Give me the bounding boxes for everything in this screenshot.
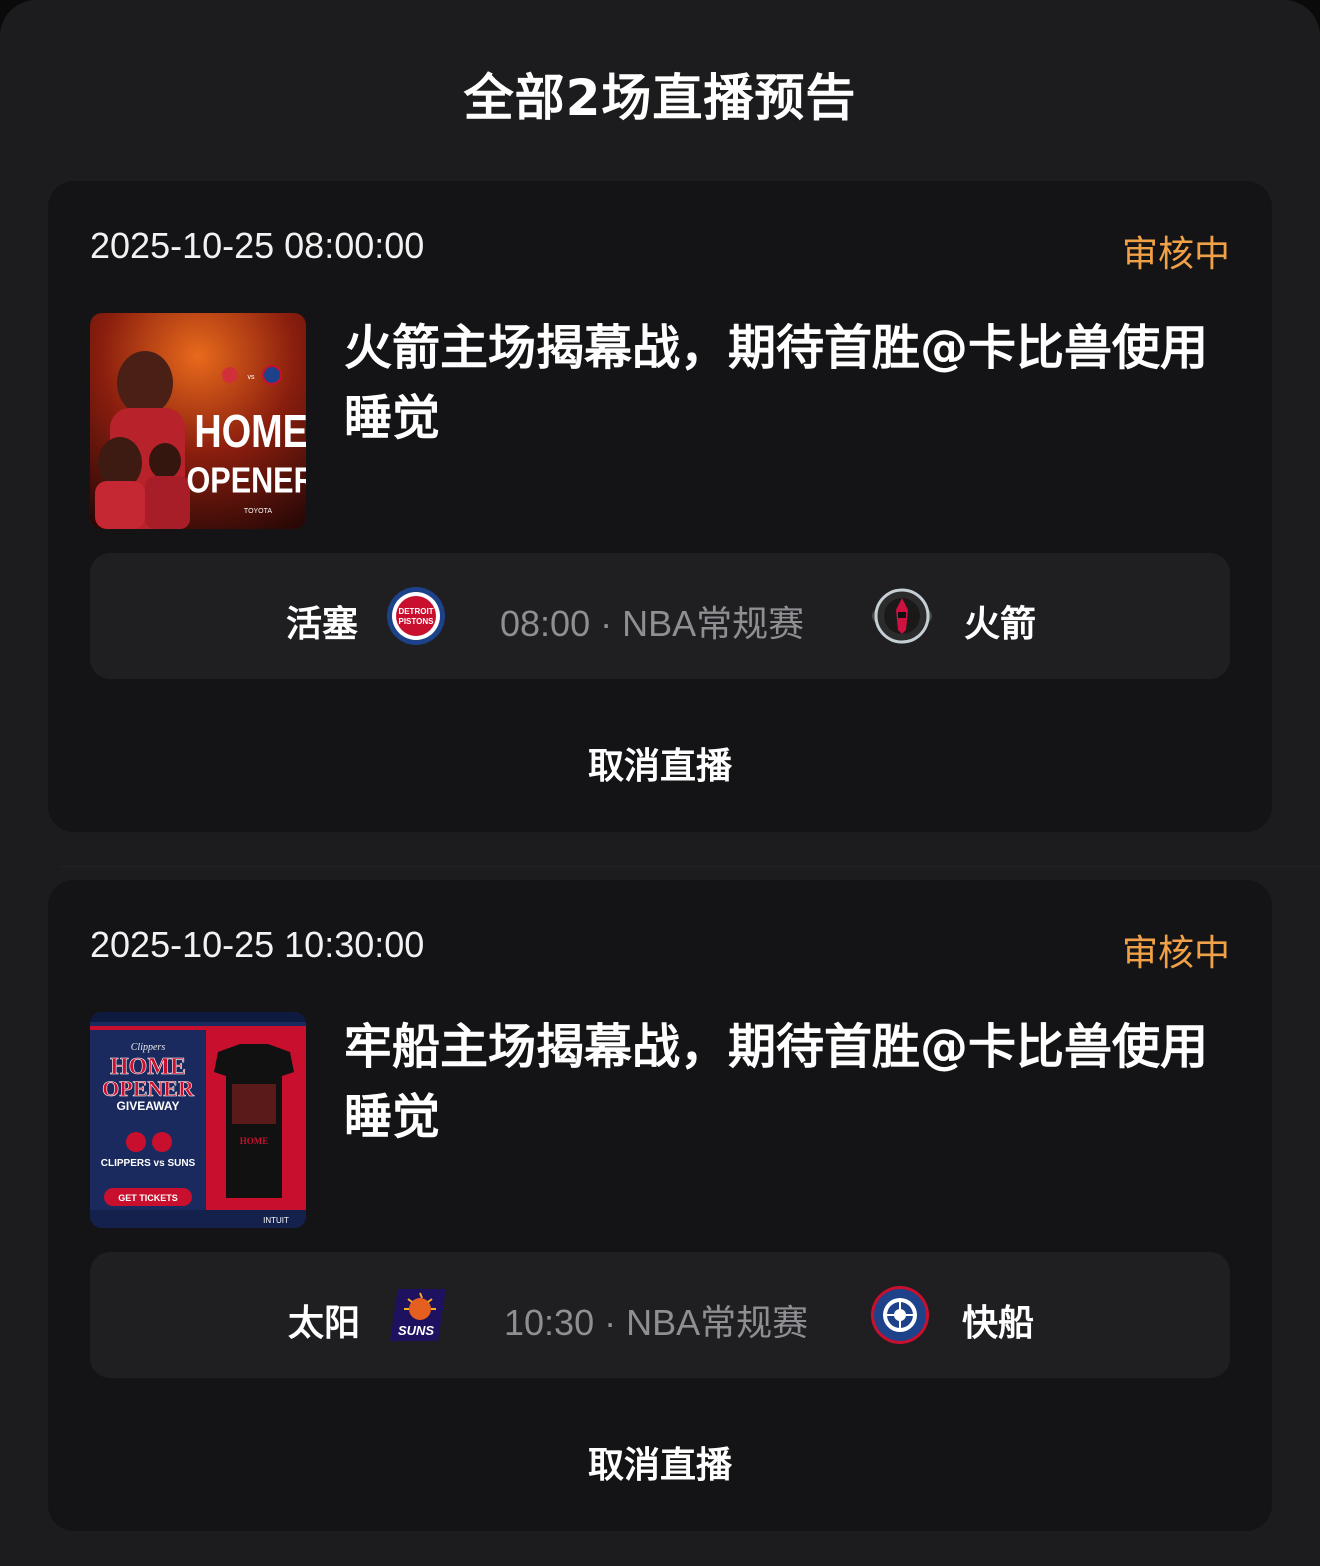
svg-text:OPENER: OPENER: [102, 1076, 195, 1101]
svg-text:SUNS: SUNS: [398, 1323, 434, 1338]
preview-poster[interactable]: vs HOME OPENER TOYOTA: [90, 313, 306, 529]
status-badge: 审核中: [1121, 933, 1230, 974]
svg-text:GIVEAWAY: GIVEAWAY: [117, 1099, 180, 1113]
phoenix-suns-logo-icon: SUNS: [388, 1285, 448, 1345]
svg-text:CLIPPERS vs SUNS: CLIPPERS vs SUNS: [101, 1158, 196, 1169]
svg-text:DETROIT: DETROIT: [398, 607, 433, 616]
preview-poster[interactable]: Clippers HOME OPENER GIVEAWAY CLIPPERS v…: [90, 1012, 306, 1228]
preview-time: 2025-10-25 10:30:00: [90, 924, 425, 965]
live-preview-sheet: 全部2场直播预告 2025-10-25 08:00:00 审核中 vs HOME…: [0, 0, 1320, 1566]
la-clippers-logo-icon: [870, 1285, 930, 1345]
svg-text:TOYOTA: TOYOTA: [244, 508, 272, 515]
rockets-home-opener-poster-image: vs HOME OPENER TOYOTA: [90, 313, 306, 529]
preview-title: 牢船主场揭幕战，期待首胜@卡比兽使用睡觉: [344, 1019, 1209, 1145]
svg-text:OPENER: OPENER: [187, 461, 306, 501]
cancel-live-button[interactable]: 取消直播: [48, 1436, 1272, 1488]
houston-rockets-logo-icon: [872, 586, 932, 646]
match-time-league: 08:00 · NBA常规赛: [500, 603, 805, 644]
sheet-title: 全部2场直播预告: [463, 69, 857, 127]
svg-text:vs: vs: [248, 374, 256, 381]
svg-text:HOME: HOME: [240, 1136, 269, 1146]
preview-card: 2025-10-25 08:00:00 审核中 vs HOME OPENER T…: [48, 181, 1272, 832]
match-time-league: 10:30 · NBA常规赛: [504, 1302, 809, 1343]
home-team-name: 快船: [962, 1303, 1035, 1344]
svg-text:INTUIT: INTUIT: [263, 1216, 289, 1225]
detroit-pistons-logo-icon: DETROIT PISTONS: [386, 586, 446, 646]
preview-card: 2025-10-25 10:30:00 审核中 Clippers HOME OP…: [48, 880, 1272, 1531]
home-team-name: 火箭: [964, 604, 1037, 645]
status-badge: 审核中: [1121, 234, 1230, 275]
card-divider: [60, 866, 1320, 867]
match-info-row: 活塞 DETROIT PISTONS 08:00 · NBA常规赛 火箭: [90, 553, 1230, 679]
svg-text:Clippers: Clippers: [131, 1042, 166, 1053]
svg-text:GET TICKETS: GET TICKETS: [118, 1193, 178, 1203]
svg-text:HOME: HOME: [194, 406, 306, 457]
svg-text:PISTONS: PISTONS: [399, 617, 435, 626]
preview-title: 火箭主场揭幕战，期待首胜@卡比兽使用睡觉: [344, 320, 1209, 446]
clippers-home-opener-poster-image: Clippers HOME OPENER GIVEAWAY CLIPPERS v…: [90, 1012, 306, 1228]
match-info-row: 太阳 SUNS 10:30 · NBA常规赛 快船: [90, 1252, 1230, 1378]
cancel-live-button[interactable]: 取消直播: [48, 737, 1272, 789]
away-team-name: 活塞: [286, 604, 359, 645]
away-team-name: 太阳: [288, 1303, 361, 1344]
preview-time: 2025-10-25 08:00:00: [90, 225, 425, 266]
